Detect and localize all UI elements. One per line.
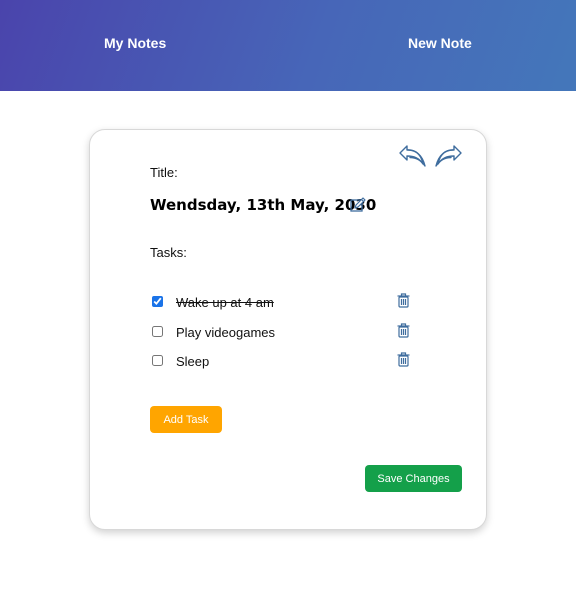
add-task-button[interactable]: Add Task xyxy=(150,406,222,433)
task-checkbox[interactable] xyxy=(152,296,163,307)
note-title: Wendsday, 13th May, 2030 xyxy=(150,196,377,214)
tasks-label: Tasks: xyxy=(150,245,187,260)
task-item: Sleep xyxy=(152,351,422,371)
task-item: Play videogames xyxy=(152,322,422,342)
task-text: Sleep xyxy=(176,354,210,369)
undo-icon[interactable] xyxy=(399,144,427,170)
title-label: Title: xyxy=(150,165,178,180)
trash-icon[interactable] xyxy=(397,323,410,338)
trash-icon[interactable] xyxy=(397,352,410,367)
save-changes-button[interactable]: Save Changes xyxy=(365,465,462,492)
task-text: Wake up at 4 am xyxy=(176,295,274,310)
edit-icon[interactable] xyxy=(350,197,366,213)
trash-icon[interactable] xyxy=(397,293,410,308)
task-item: Wake up at 4 am xyxy=(152,292,422,312)
task-checkbox[interactable] xyxy=(152,326,163,337)
redo-icon[interactable] xyxy=(434,144,462,170)
task-checkbox[interactable] xyxy=(152,355,163,366)
task-text: Play videogames xyxy=(176,325,275,340)
note-card: Title: Wendsday, 13th May, 2030 Tasks: W… xyxy=(89,129,487,530)
navbar: My Notes New Note xyxy=(0,0,576,91)
nav-my-notes-link[interactable]: My Notes xyxy=(104,35,166,51)
nav-new-note-link[interactable]: New Note xyxy=(408,35,472,51)
